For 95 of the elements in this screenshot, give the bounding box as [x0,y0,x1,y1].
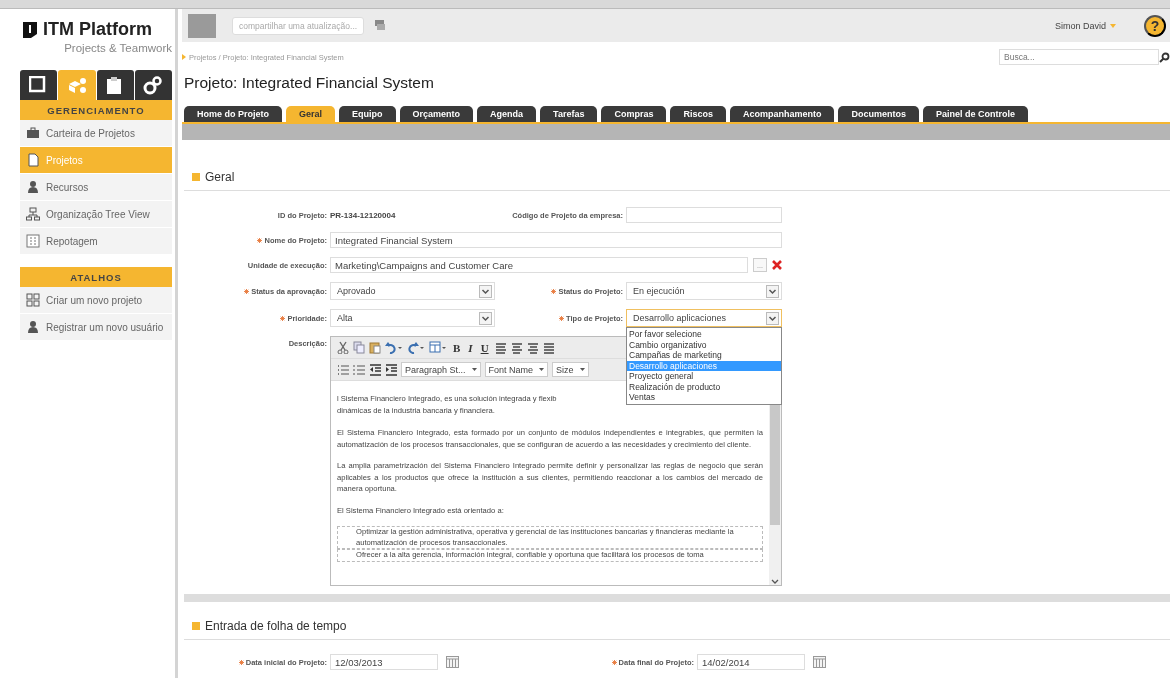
dropdown-option[interactable]: Por favor selecione [627,329,781,340]
section-title: Entrada de folha de tempo [205,619,347,633]
gears-icon [143,75,164,95]
cut-icon[interactable] [337,341,349,354]
search-icon[interactable] [1159,51,1170,63]
section-marker-icon [192,173,200,181]
dropdown-option[interactable]: Cambio organizativo [627,339,781,350]
chevron-down-icon [479,284,492,298]
user-menu[interactable]: Simon David [1054,20,1116,31]
tab[interactable]: Riscos [670,106,726,122]
caret-icon [471,368,477,371]
caret-icon [1110,23,1116,28]
share-field[interactable]: compartilhar uma atualização... [232,16,364,35]
dropdown-option[interactable]: Campañas de marketing [627,350,781,361]
tab[interactable]: Equipo [339,106,396,122]
section-title: Geral [205,170,235,184]
chevron-down-icon [766,284,779,298]
calendar-icon[interactable] [446,656,459,668]
sidebar-item[interactable]: Criar um novo projeto [20,287,172,314]
redo-icon[interactable] [407,341,425,354]
document-icon [26,153,40,167]
align-right-icon[interactable] [526,341,539,354]
sidebar-item[interactable]: Repotagem [20,228,172,255]
paste-icon[interactable] [369,341,381,354]
boxes-icon [66,75,87,95]
person-icon [26,180,40,194]
tab[interactable]: Orçamento [399,106,474,122]
search-field[interactable]: Busca... [999,49,1159,65]
dropdown-option[interactable]: Proyecto general [627,371,781,382]
sidebar-item[interactable]: Recursos [20,174,172,201]
page-title: Projeto: Integrated Financial System [184,74,435,93]
message-icon[interactable] [374,19,386,32]
section-header: ATALHOS [20,267,172,287]
grid-icon [26,293,40,307]
indent-icon[interactable] [385,363,397,376]
text-field[interactable] [626,207,782,223]
logo-subtitle: Projects & Teamwork [64,42,172,54]
chevron-down-icon[interactable] [771,579,779,585]
sidebar-item[interactable]: Carteira de Projetos [20,120,172,147]
org-chart-icon [26,207,40,221]
format-button[interactable]: I [466,341,475,354]
dropdown[interactable]: Alta [330,309,495,327]
dropdown[interactable]: Paragraph St... [401,362,481,377]
calendar-icon[interactable] [813,656,826,668]
tab[interactable]: Painel de Controle [923,106,1028,122]
copy-icon[interactable] [353,341,365,354]
triangle-icon [182,54,186,60]
module-tab[interactable] [96,70,134,100]
align-center-icon[interactable] [510,341,523,354]
undo-icon[interactable] [385,341,403,354]
text-field[interactable]: Marketing\Campaigns and Customer Care [330,257,748,273]
date-field[interactable]: 14/02/2014 [697,654,805,670]
tab[interactable]: Documentos [838,106,919,122]
avatar-placeholder [188,13,216,38]
date-field[interactable]: 12/03/2013 [330,654,438,670]
logo-title: ITM Platform [43,19,152,40]
module-tab[interactable] [134,70,172,100]
tab[interactable]: Compras [601,106,667,122]
rich-text-editor[interactable] [330,336,782,586]
dropdown-option[interactable]: Realización de producto [627,381,781,392]
sidebar-item[interactable]: Registrar um novo usuário [20,314,172,341]
person-icon [26,320,40,334]
dropdown[interactable]: Size [552,362,589,377]
caret-icon [579,368,585,371]
section-header: GERENCIAMENTO [20,100,172,120]
tab[interactable]: Acompanhamento [729,106,835,122]
dropdown[interactable]: Font Name [484,362,549,377]
table-icon[interactable] [429,341,447,354]
dropdown[interactable]: En ejecución [626,282,782,300]
caret-icon [539,368,545,371]
dropdown-option[interactable]: Ventas [627,392,781,403]
format-button[interactable]: U [478,341,491,354]
text-field[interactable]: Integrated Financial System [330,232,782,248]
help-button[interactable]: ? [1144,14,1166,37]
tab[interactable]: Home do Projeto [184,106,282,122]
chevron-down-icon [766,311,779,325]
field-value: PR-134-12120004 [330,210,397,220]
close-icon[interactable] [772,260,782,270]
module-tab[interactable] [20,70,58,100]
align-left-icon[interactable] [494,341,507,354]
report-icon [26,234,40,248]
format-button[interactable]: B [451,341,463,354]
dropdown[interactable]: Aprovado [330,282,495,300]
briefcase-icon [26,126,40,140]
outdent-icon[interactable] [369,363,381,376]
tab[interactable]: Agenda [477,106,537,122]
section-marker-icon [192,622,200,630]
sidebar-item[interactable]: Organização Tree View [20,201,172,228]
tab[interactable]: Tarefas [540,106,598,122]
chevron-down-icon [479,311,492,325]
align-justify-icon[interactable] [542,341,555,354]
logo-icon [22,20,38,39]
dropdown[interactable]: Desarrollo aplicaciones [626,309,782,327]
bulleted-list-icon[interactable] [337,363,349,376]
tab[interactable]: Geral [286,106,336,122]
